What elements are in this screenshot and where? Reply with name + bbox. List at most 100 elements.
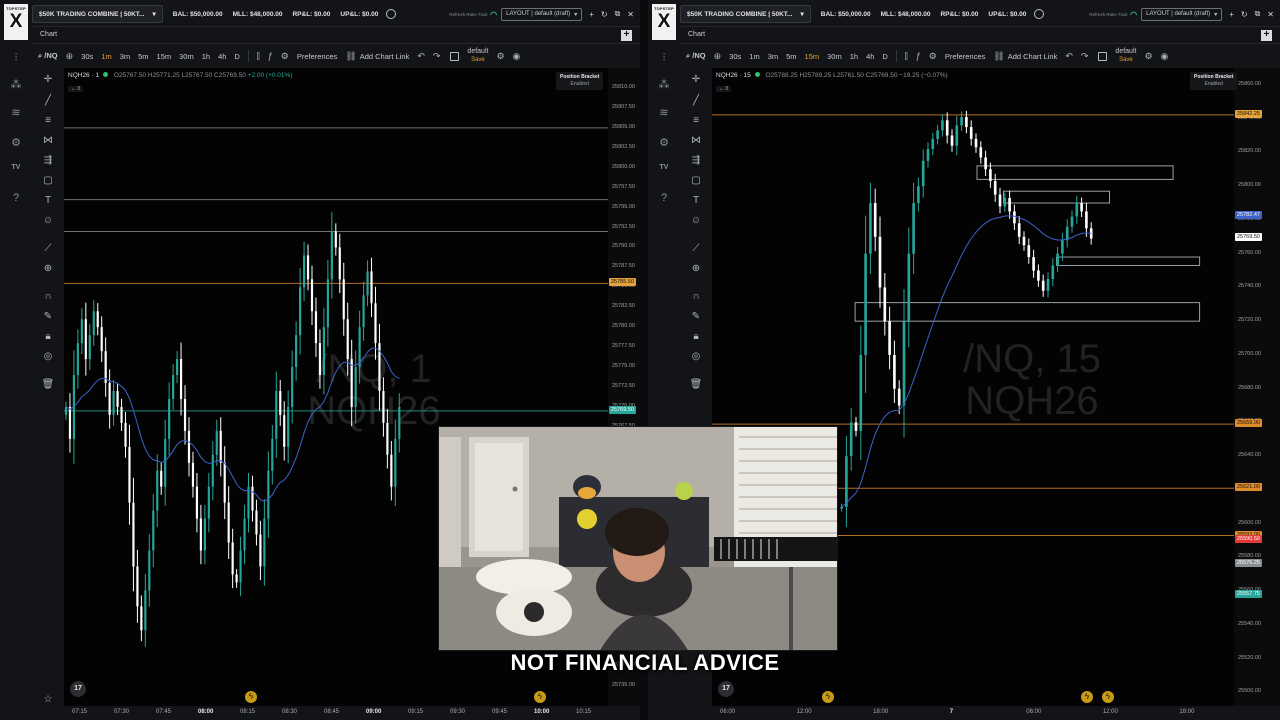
interval-15m[interactable]: 15m — [805, 52, 820, 61]
undo-icon[interactable]: ↶ — [1065, 51, 1073, 62]
lightning-icon[interactable]: ϟ — [534, 691, 546, 703]
trash-icon[interactable]: 🗑︎ — [689, 379, 703, 390]
people-icon[interactable]: ⁂ — [8, 78, 24, 91]
restore-icon[interactable]: ⧉ — [1255, 9, 1261, 19]
legend-collapse-button[interactable]: ⌄ 3 — [68, 86, 84, 92]
analytics-icon[interactable]: ≋ — [656, 106, 672, 119]
redo-icon[interactable]: ↷ — [1081, 51, 1089, 62]
interval-d[interactable]: D — [234, 52, 239, 61]
settings-icon[interactable]: ⚙ — [929, 51, 937, 62]
interval-4h[interactable]: 4h — [218, 52, 226, 61]
layout-checkbox[interactable] — [1098, 51, 1108, 61]
interval-1h[interactable]: 1h — [850, 52, 858, 61]
crosshair-icon[interactable]: ✛ — [41, 74, 55, 85]
interval-4h[interactable]: 4h — [866, 52, 874, 61]
brush-icon[interactable]: ✎ — [41, 311, 55, 322]
interval-30s[interactable]: 30s — [81, 52, 93, 61]
star-icon[interactable]: ☆ — [41, 694, 55, 705]
indicators-icon[interactable]: ƒ — [268, 51, 273, 61]
interval-5m[interactable]: 5m — [786, 52, 796, 61]
trash-icon[interactable]: 🗑︎ — [41, 379, 55, 390]
gear-icon[interactable]: ⚙ — [1144, 51, 1152, 62]
trendline-icon[interactable]: ╱ — [41, 95, 55, 106]
interval-1h[interactable]: 1h — [202, 52, 210, 61]
interval-d[interactable]: D — [882, 52, 887, 61]
add-chart-link-button[interactable]: Add Chart Link — [360, 52, 410, 61]
camera-icon[interactable]: ◉ — [513, 51, 521, 62]
crosshair-icon[interactable]: ✛ — [689, 74, 703, 85]
refresh-icon[interactable]: ↻ — [1241, 10, 1248, 19]
layout-checkbox[interactable] — [450, 51, 460, 61]
time-scale[interactable]: 07:15 07:30 07:45 08:00 08:15 08:30 08:45 09:00… — [64, 706, 634, 720]
redo-icon[interactable]: ↷ — [433, 51, 441, 62]
interval-15m[interactable]: 15m — [157, 52, 172, 61]
legend-collapse-button[interactable]: ⌄ 3 — [716, 86, 732, 92]
chart-icon[interactable]: ⫶ — [8, 52, 24, 65]
lightning-icon[interactable]: ϟ — [1102, 691, 1114, 703]
interval-1m[interactable]: 1m — [101, 52, 111, 61]
emoji-icon[interactable]: ☺ — [41, 215, 55, 226]
zoom-icon[interactable]: ⊕ — [689, 263, 703, 274]
add-chart-icon[interactable]: + — [1261, 30, 1272, 41]
add-chart-icon[interactable]: + — [621, 30, 632, 41]
lock-icon[interactable]: 🔒︎ — [41, 331, 55, 342]
magnet-icon[interactable]: ∩ — [41, 291, 55, 302]
camera-icon[interactable]: ◉ — [1161, 51, 1169, 62]
interval-3m[interactable]: 3m — [768, 52, 778, 61]
pattern-icon[interactable]: ⋈ — [41, 135, 55, 146]
help-icon[interactable]: ? — [656, 192, 672, 204]
settings-icon[interactable]: ⚙ — [281, 51, 289, 62]
candle-type-icon[interactable]: ⫿ — [905, 51, 908, 62]
fib-icon[interactable]: ≡ — [41, 115, 55, 126]
position-bracket-toggle[interactable]: Position Bracket Enabled — [1190, 72, 1238, 90]
account-select[interactable]: $50K TRADING COMBINE | 50KT... ▾ — [32, 5, 163, 23]
layout-select[interactable]: LAYOUT | default (draft) ▾ — [1141, 7, 1223, 21]
tradingview-icon[interactable]: TV — [656, 164, 672, 171]
shape-icon[interactable]: ▢ — [41, 175, 55, 186]
add-compare-icon[interactable]: ⊕ — [714, 51, 722, 62]
close-icon[interactable]: ✕ — [1267, 10, 1274, 19]
restore-icon[interactable]: ⧉ — [615, 9, 621, 19]
people-icon[interactable]: ⁂ — [656, 78, 672, 91]
shape-icon[interactable]: ▢ — [689, 175, 703, 186]
gear-icon[interactable]: ⚙ — [496, 51, 504, 62]
time-scale[interactable]: 06:00 12:00 18:00 7 06:00 12:00 18:00 — [712, 706, 1272, 720]
add-icon[interactable]: + — [1229, 10, 1234, 19]
indicators-icon[interactable]: ƒ — [916, 51, 921, 61]
refresh-icon[interactable]: ↻ — [601, 10, 608, 19]
zoom-icon[interactable]: ⊕ — [41, 263, 55, 274]
price-scale[interactable]: 25860.0025840.0025820.0025800.0025780.00… — [1234, 68, 1280, 706]
close-icon[interactable]: ✕ — [627, 10, 634, 19]
symbol-search[interactable]: ⌕ /NQ — [686, 51, 706, 61]
interval-30m[interactable]: 30m — [179, 52, 194, 61]
magnet-icon[interactable]: ∩ — [689, 291, 703, 302]
lightning-icon[interactable]: ϟ — [245, 691, 257, 703]
forecast-icon[interactable]: ⇶ — [41, 155, 55, 166]
ruler-icon[interactable]: ⟋ — [41, 243, 55, 254]
interval-30s[interactable]: 30s — [729, 52, 741, 61]
fib-icon[interactable]: ≡ — [689, 115, 703, 126]
emoji-icon[interactable]: ☺ — [689, 215, 703, 226]
preferences-button[interactable]: Preferences — [945, 52, 985, 61]
analytics-icon[interactable]: ≋ — [8, 106, 24, 119]
account-select[interactable]: $50K TRADING COMBINE | 50KT... ▾ — [680, 5, 811, 23]
symbol-search[interactable]: ⌕ /NQ — [38, 51, 58, 61]
interval-3m[interactable]: 3m — [120, 52, 130, 61]
clock-icon[interactable] — [1034, 9, 1045, 19]
text-icon[interactable]: T — [41, 195, 55, 206]
layout-select[interactable]: LAYOUT | default (draft) ▾ — [501, 7, 583, 21]
tab-chart[interactable]: Chart — [40, 31, 57, 38]
brush-icon[interactable]: ✎ — [689, 311, 703, 322]
tab-chart[interactable]: Chart — [688, 31, 705, 38]
settings-icon[interactable]: ⚙ — [8, 136, 24, 149]
chart-icon[interactable]: ⫶ — [656, 52, 672, 65]
forecast-icon[interactable]: ⇶ — [689, 155, 703, 166]
eye-icon[interactable]: ◎ — [41, 351, 55, 362]
eye-icon[interactable]: ◎ — [689, 351, 703, 362]
interval-1m[interactable]: 1m — [749, 52, 759, 61]
lightning-icon[interactable]: ϟ — [1081, 691, 1093, 703]
candle-type-icon[interactable]: ⫿ — [257, 51, 260, 62]
preferences-button[interactable]: Preferences — [297, 52, 337, 61]
add-icon[interactable]: + — [589, 10, 594, 19]
add-chart-link-button[interactable]: Add Chart Link — [1008, 52, 1058, 61]
